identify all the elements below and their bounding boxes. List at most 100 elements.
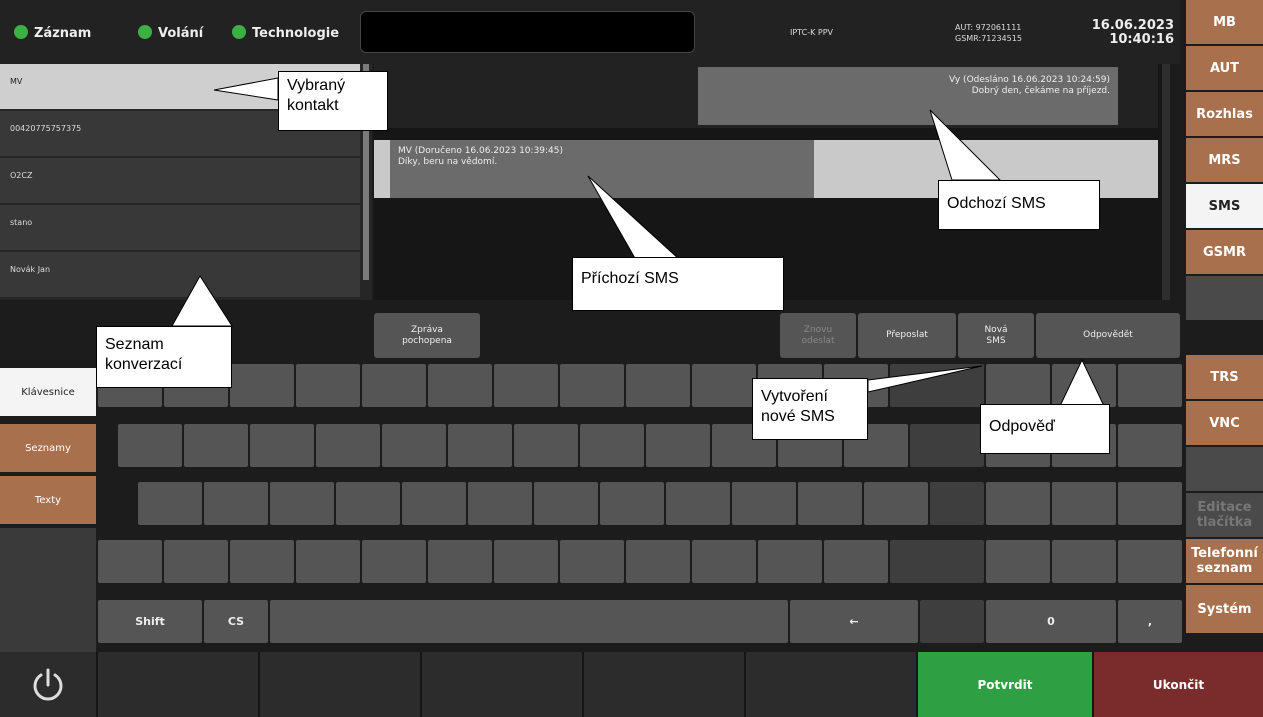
keyboard-key[interactable] bbox=[382, 424, 446, 467]
bottom-slot[interactable] bbox=[422, 652, 582, 717]
tab-lists[interactable]: Seznamy bbox=[0, 424, 96, 472]
menu-mrs[interactable]: MRS bbox=[1186, 138, 1263, 182]
menu-phonebook[interactable]: Telefonní seznam bbox=[1186, 539, 1263, 583]
menu-aut[interactable]: AUT bbox=[1186, 46, 1263, 90]
new-sms-button[interactable]: Nová SMS bbox=[958, 313, 1034, 358]
keyboard-key[interactable] bbox=[296, 540, 360, 583]
keyboard-key[interactable] bbox=[336, 482, 400, 525]
contact-item[interactable]: Novák Jan bbox=[0, 252, 360, 297]
keyboard-key[interactable] bbox=[560, 540, 624, 583]
keyboard-key[interactable] bbox=[138, 482, 202, 525]
keyboard-key[interactable] bbox=[798, 482, 862, 525]
aut-info: AUT: 972061111 GSMR:71234515 bbox=[955, 22, 1022, 44]
shift-key[interactable]: Shift bbox=[98, 600, 202, 643]
keyboard-key[interactable] bbox=[534, 482, 598, 525]
keyboard-key[interactable] bbox=[118, 424, 182, 467]
confirm-button[interactable]: Potvrdit bbox=[918, 652, 1092, 717]
keyboard-key[interactable] bbox=[362, 540, 426, 583]
keyboard-key[interactable] bbox=[270, 482, 334, 525]
keyboard-key[interactable] bbox=[692, 540, 756, 583]
menu-gsmr[interactable]: GSMR bbox=[1186, 230, 1263, 274]
numpad-key[interactable] bbox=[1118, 424, 1182, 467]
keyboard-key[interactable] bbox=[600, 482, 664, 525]
keyboard-key[interactable] bbox=[824, 540, 888, 583]
outgoing-row: Vy (Odesláno 16.06.2023 10:24:59) Dobrý … bbox=[374, 64, 1158, 128]
reply-button[interactable]: Odpovědět bbox=[1036, 313, 1180, 358]
language-key[interactable]: CS bbox=[204, 600, 268, 643]
keyboard-key[interactable] bbox=[864, 482, 928, 525]
menu-trs[interactable]: TRS bbox=[1186, 355, 1263, 399]
numpad-key[interactable] bbox=[1118, 540, 1182, 583]
menu-vnc[interactable]: VNC bbox=[1186, 401, 1263, 445]
keyboard-key[interactable] bbox=[316, 424, 380, 467]
keyboard-key[interactable] bbox=[296, 364, 360, 407]
keyboard-key[interactable] bbox=[468, 482, 532, 525]
numpad-key[interactable] bbox=[986, 540, 1050, 583]
keyboard-key[interactable] bbox=[514, 424, 578, 467]
numpad-key[interactable] bbox=[1118, 482, 1182, 525]
keyboard-key-blank[interactable] bbox=[920, 600, 984, 643]
outgoing-message[interactable]: Vy (Odesláno 16.06.2023 10:24:59) Dobrý … bbox=[698, 67, 1118, 125]
numpad-key[interactable] bbox=[986, 364, 1050, 407]
keyboard-key[interactable] bbox=[230, 540, 294, 583]
keyboard-key[interactable] bbox=[184, 424, 248, 467]
indicator-label: Volání bbox=[158, 26, 204, 41]
numpad-key[interactable] bbox=[1052, 482, 1116, 525]
incoming-message[interactable]: MV (Doručeno 16.06.2023 10:39:45) Díky, … bbox=[390, 140, 814, 198]
numpad-key-comma[interactable]: , bbox=[1118, 600, 1182, 643]
keyboard-key[interactable] bbox=[580, 424, 644, 467]
menu-rozhlas[interactable]: Rozhlas bbox=[1186, 92, 1263, 136]
keyboard-key[interactable] bbox=[560, 364, 624, 407]
keyboard-key[interactable] bbox=[646, 424, 710, 467]
keyboard-key[interactable] bbox=[250, 424, 314, 467]
keyboard-key[interactable] bbox=[494, 364, 558, 407]
keyboard-key[interactable] bbox=[626, 540, 690, 583]
menu-sms[interactable]: SMS bbox=[1186, 184, 1263, 228]
numpad-key[interactable] bbox=[1052, 540, 1116, 583]
keyboard-key[interactable] bbox=[230, 364, 294, 407]
keyboard-key[interactable] bbox=[164, 540, 228, 583]
keyboard-key-blank[interactable] bbox=[910, 424, 984, 467]
keyboard-key[interactable] bbox=[692, 364, 756, 407]
contact-item[interactable]: stano bbox=[0, 205, 360, 250]
keyboard-key[interactable] bbox=[98, 540, 162, 583]
keyboard-key[interactable] bbox=[204, 482, 268, 525]
end-button[interactable]: Ukončit bbox=[1094, 652, 1263, 717]
keyboard-key[interactable] bbox=[626, 364, 690, 407]
bottom-slot[interactable] bbox=[584, 652, 744, 717]
keyboard-key[interactable] bbox=[448, 424, 512, 467]
keyboard-key[interactable] bbox=[758, 540, 822, 583]
keyboard-key[interactable] bbox=[362, 364, 426, 407]
numpad-key-zero[interactable]: 0 bbox=[986, 600, 1116, 643]
keyboard-key-blank[interactable] bbox=[890, 540, 984, 583]
keyboard-key[interactable] bbox=[402, 482, 466, 525]
keyboard-key[interactable] bbox=[428, 364, 492, 407]
space-key[interactable] bbox=[270, 600, 788, 643]
keyboard-key[interactable] bbox=[494, 540, 558, 583]
conversation-scrollbar[interactable] bbox=[1162, 64, 1170, 312]
bottom-slot[interactable] bbox=[260, 652, 420, 717]
resend-button[interactable]: Znovu odeslat bbox=[780, 313, 856, 358]
numpad-key[interactable] bbox=[986, 482, 1050, 525]
keyboard-key-blank[interactable] bbox=[890, 364, 984, 407]
numpad-key[interactable] bbox=[1118, 364, 1182, 407]
backspace-key[interactable]: ← bbox=[790, 600, 918, 643]
bottom-slot[interactable] bbox=[746, 652, 916, 717]
understood-button[interactable]: Zpráva pochopena bbox=[374, 313, 480, 358]
forward-button[interactable]: Přeposlat bbox=[858, 313, 956, 358]
keyboard-key[interactable] bbox=[666, 482, 730, 525]
keyboard-key-blank[interactable] bbox=[930, 482, 984, 525]
info-display bbox=[360, 11, 695, 53]
contact-item[interactable]: O2CZ bbox=[0, 158, 360, 203]
tab-keyboard[interactable]: Klávesnice bbox=[0, 368, 96, 416]
menu-mb[interactable]: MB bbox=[1186, 0, 1263, 44]
numpad-key[interactable] bbox=[1052, 364, 1116, 407]
power-button[interactable] bbox=[0, 652, 96, 717]
bottom-slot[interactable] bbox=[98, 652, 258, 717]
keyboard-key[interactable] bbox=[428, 540, 492, 583]
time: 10:40:16 bbox=[1109, 32, 1174, 47]
keyboard-key[interactable] bbox=[732, 482, 796, 525]
tab-texts[interactable]: Texty bbox=[0, 476, 96, 524]
menu-edit-buttons[interactable]: Editace tlačítka bbox=[1186, 493, 1263, 537]
menu-system[interactable]: Systém bbox=[1186, 585, 1263, 633]
